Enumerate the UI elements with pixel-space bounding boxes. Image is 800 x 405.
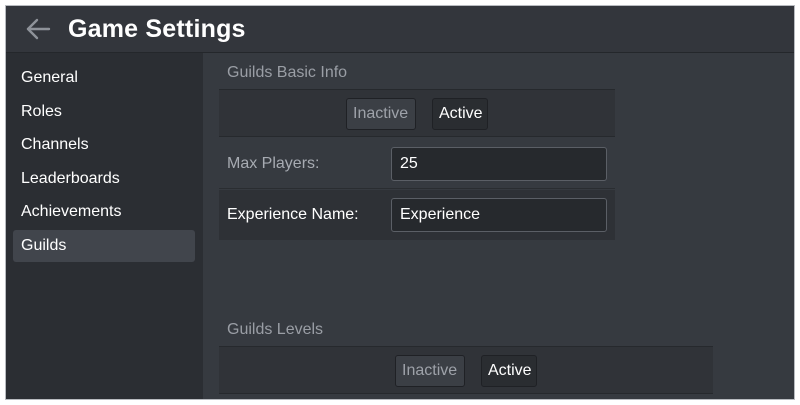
levels-active-button[interactable]: Active [481, 355, 537, 387]
levels-inactive-button[interactable]: Inactive [395, 355, 465, 387]
settings-sidebar: General Roles Channels Leaderboards Achi… [6, 53, 203, 399]
sidebar-item-guilds[interactable]: Guilds [13, 230, 195, 262]
arrow-left-icon [26, 18, 51, 40]
back-button[interactable] [24, 16, 52, 42]
sidebar-item-achievements[interactable]: Achievements [13, 196, 195, 228]
basic-info-status-toggle: Inactive Active [219, 89, 615, 137]
experience-name-row: Experience Name: Experience [219, 190, 615, 240]
max-players-label: Max Players: [227, 155, 320, 172]
levels-status-toggle: Inactive Active [219, 346, 713, 394]
experience-name-input[interactable]: Experience [391, 198, 607, 232]
sidebar-item-leaderboards[interactable]: Leaderboards [13, 163, 195, 195]
guilds-settings-panel: Guilds Basic Info Inactive Active Max Pl… [203, 53, 794, 399]
max-players-row: Max Players: 25 [219, 139, 615, 189]
basic-info-inactive-button[interactable]: Inactive [346, 98, 416, 130]
basic-info-active-button[interactable]: Active [432, 98, 488, 130]
sidebar-item-general[interactable]: General [13, 62, 195, 94]
game-settings-window: Game Settings General Roles Channels Lea… [5, 5, 795, 400]
experience-name-label: Experience Name: [227, 206, 359, 223]
sidebar-item-channels[interactable]: Channels [13, 129, 195, 161]
guilds-basic-info-heading: Guilds Basic Info [227, 64, 348, 81]
sidebar-item-roles[interactable]: Roles [13, 96, 195, 128]
guilds-levels-heading: Guilds Levels [227, 321, 324, 338]
page-title: Game Settings [68, 15, 246, 43]
title-bar: Game Settings [6, 6, 794, 53]
max-players-input[interactable]: 25 [391, 147, 607, 181]
